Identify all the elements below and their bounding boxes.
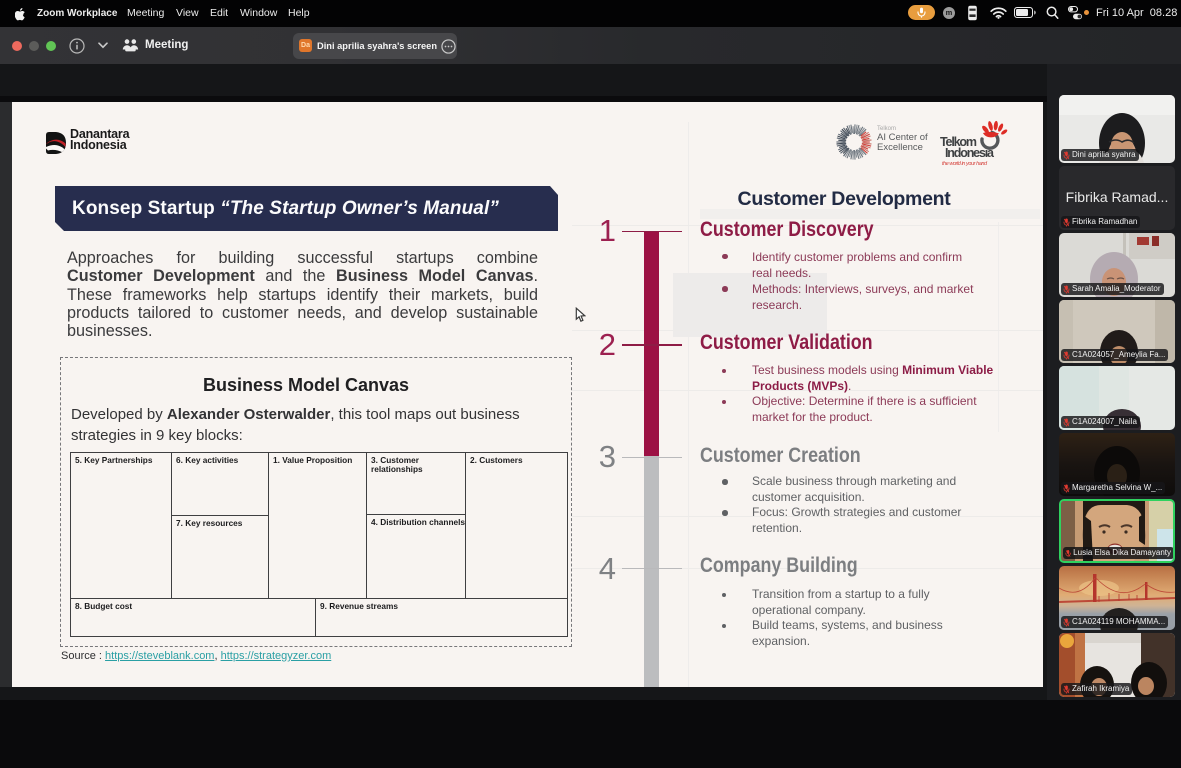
svg-text:the world in your hand: the world in your hand xyxy=(942,161,988,167)
